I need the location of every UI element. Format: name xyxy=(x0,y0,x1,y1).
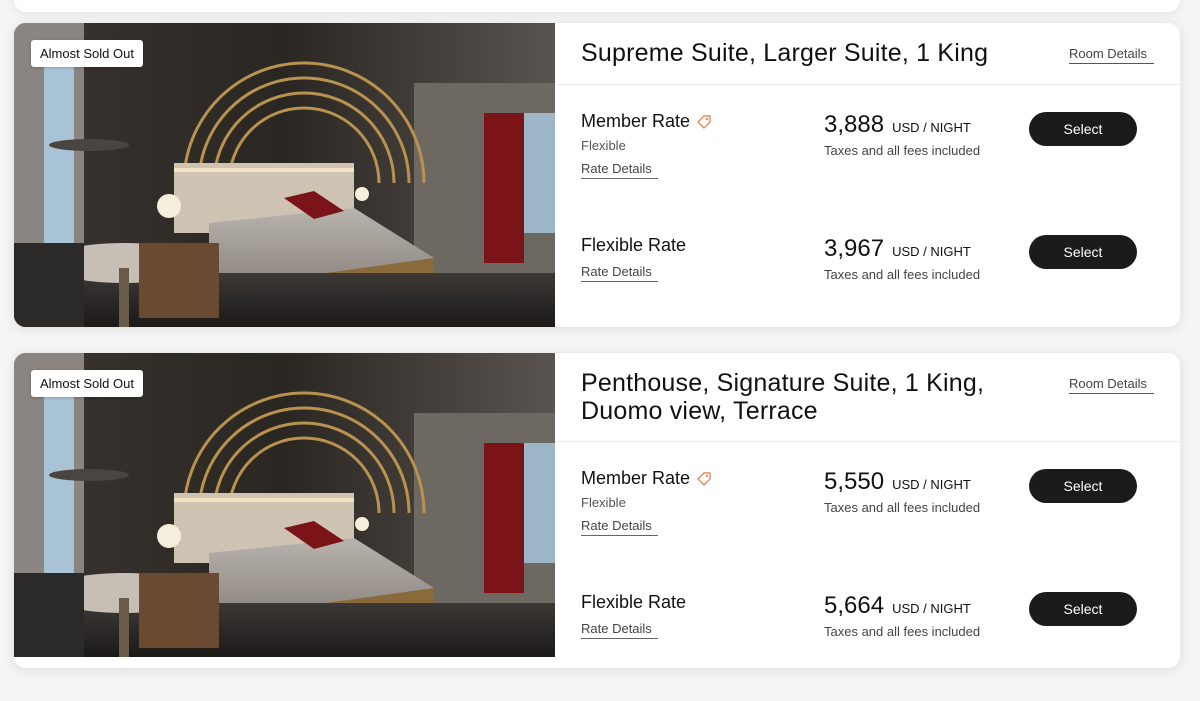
rate-name-label: Flexible Rate xyxy=(581,235,687,255)
select-button[interactable]: Select xyxy=(1029,592,1137,626)
room-info: Supreme Suite, Larger Suite, 1 King Room… xyxy=(555,23,1180,327)
room-photo[interactable]: Almost Sold Out xyxy=(14,23,555,327)
room-photo-illustration xyxy=(14,353,555,657)
room-details-link[interactable]: Room Details xyxy=(1069,376,1154,394)
price-note: Taxes and all fees included xyxy=(824,624,981,639)
select-button[interactable]: Select xyxy=(1029,469,1137,503)
availability-badge: Almost Sold Out xyxy=(31,40,143,67)
price-amount: 5,550 xyxy=(824,468,885,495)
price-note: Taxes and all fees included xyxy=(824,267,981,282)
rate-details-link[interactable]: Rate Details xyxy=(581,161,658,179)
price-amount: 3,888 xyxy=(824,111,885,138)
price-unit: USD / NIGHT xyxy=(892,120,971,135)
price-note: Taxes and all fees included xyxy=(824,500,981,515)
room-card: Almost Sold Out Penthouse, Signature Sui… xyxy=(14,353,1180,668)
price-block: 5,550 USD / NIGHT Taxes and all fees inc… xyxy=(824,468,980,515)
availability-badge: Almost Sold Out xyxy=(31,370,143,397)
rate-name-label: Member Rate xyxy=(581,468,691,488)
room-card: Almost Sold Out Supreme Suite, Larger Su… xyxy=(14,23,1180,327)
price-tag-icon xyxy=(697,471,711,486)
room-details-link[interactable]: Room Details xyxy=(1069,46,1154,64)
rate-details-link[interactable]: Rate Details xyxy=(581,621,658,639)
room-photo[interactable]: Almost Sold Out xyxy=(14,353,555,657)
rate-details-link[interactable]: Rate Details xyxy=(581,518,658,536)
price-block: 3,967 USD / NIGHT Taxes and all fees inc… xyxy=(824,235,980,282)
rate-row-member: Member Rate Flexible Rate Details 5,550 … xyxy=(581,468,1180,558)
room-title: Supreme Suite, Larger Suite, 1 King xyxy=(581,39,989,67)
price-amount: 3,967 xyxy=(824,235,885,262)
price-amount: 5,664 xyxy=(824,592,885,619)
select-button[interactable]: Select xyxy=(1029,112,1137,146)
rate-row-flexible: Flexible Rate Rate Details 3,967 USD / N… xyxy=(581,235,1180,325)
room-info: Penthouse, Signature Suite, 1 King, Duom… xyxy=(555,353,1180,668)
price-note: Taxes and all fees included xyxy=(824,143,981,158)
room-photo-illustration xyxy=(14,23,555,327)
price-tag-icon xyxy=(697,114,711,129)
price-unit: USD / NIGHT xyxy=(892,477,971,492)
rate-row-member: Member Rate Flexible Rate Details 3,888 … xyxy=(581,111,1180,201)
previous-card-edge xyxy=(14,0,1180,12)
room-header: Penthouse, Signature Suite, 1 King, Duom… xyxy=(555,353,1180,442)
room-header: Supreme Suite, Larger Suite, 1 King Room… xyxy=(555,23,1180,85)
room-title: Penthouse, Signature Suite, 1 King, Duom… xyxy=(581,369,985,425)
rate-row-flexible: Flexible Rate Rate Details 5,664 USD / N… xyxy=(581,592,1180,668)
price-block: 5,664 USD / NIGHT Taxes and all fees inc… xyxy=(824,592,980,639)
select-button[interactable]: Select xyxy=(1029,235,1137,269)
price-unit: USD / NIGHT xyxy=(892,601,971,616)
rate-details-link[interactable]: Rate Details xyxy=(581,264,658,282)
rate-name-label: Member Rate xyxy=(581,111,691,131)
price-block: 3,888 USD / NIGHT Taxes and all fees inc… xyxy=(824,111,980,158)
rate-name-label: Flexible Rate xyxy=(581,592,687,612)
price-unit: USD / NIGHT xyxy=(892,244,971,259)
